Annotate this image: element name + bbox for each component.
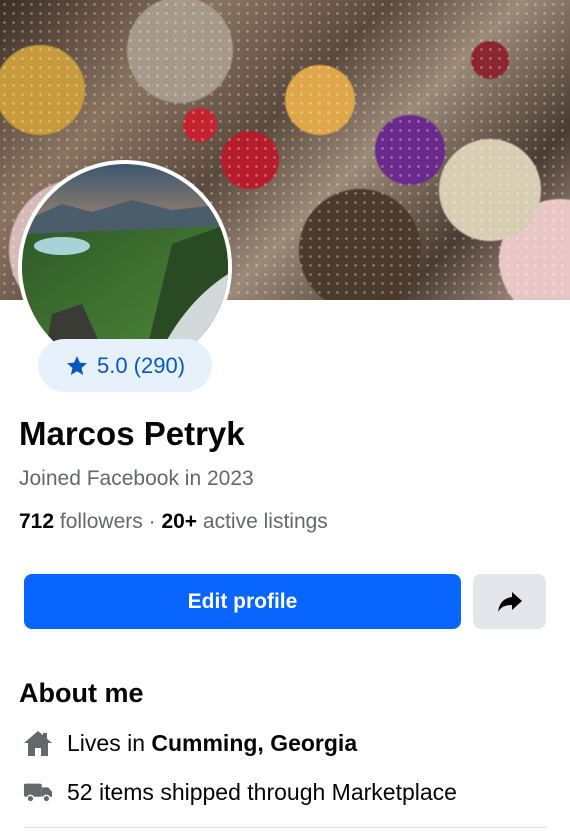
about-lives-in: Lives in Cumming, Georgia [23,728,357,758]
edit-profile-label: Edit profile [187,589,298,613]
share-arrow-icon [497,591,522,612]
lives-prefix: Lives in [67,729,145,756]
joined-date: Joined Facebook in 2023 [19,467,254,490]
share-button[interactable] [473,574,546,629]
lives-text: Lives in Cumming, Georgia [67,730,357,757]
profile-stats: 712 followers · 20+ active listings [19,510,328,534]
lives-location[interactable]: Cumming, Georgia [151,730,357,756]
shipped-text: 52 items shipped through Marketplace [67,778,457,805]
section-divider [24,827,546,828]
star-icon [66,355,87,375]
listings-label[interactable]: active listings [203,510,328,533]
about-heading: About me [19,678,144,708]
edit-profile-button[interactable]: Edit profile [24,574,461,629]
followers-label[interactable]: followers [60,510,143,533]
profile-name: Marcos Petryk [19,415,245,452]
stats-separator: · [148,510,156,533]
listings-count[interactable]: 20+ [161,510,197,533]
rating-badge[interactable]: 5.0 (290) [38,339,212,392]
followers-count[interactable]: 712 [19,510,54,533]
truck-icon [23,777,53,807]
rating-text: 5.0 (290) [96,352,186,378]
about-shipped: 52 items shipped through Marketplace [23,777,457,807]
home-icon [23,728,53,758]
